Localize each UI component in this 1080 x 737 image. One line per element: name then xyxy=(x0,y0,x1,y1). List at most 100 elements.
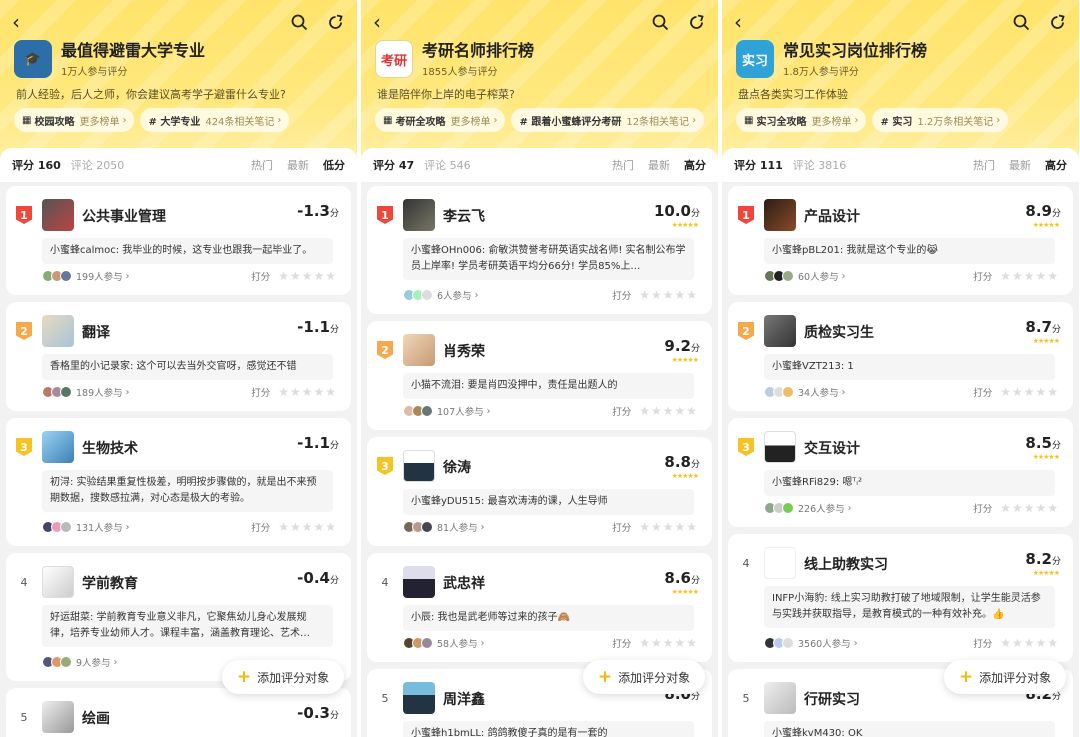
participants-link[interactable]: 58人参与 xyxy=(437,636,478,650)
item-comment[interactable]: 初浔: 实验结果重复性极差，明明按步骤做的，就是出不来预期数据，搜数感拉满，对心… xyxy=(42,470,333,512)
share-icon[interactable] xyxy=(684,10,708,34)
list-item[interactable]: 1 产品设计 8.9分 ★★★★★ 小蜜蜂pBL201: 我就是这个专业的😹 6… xyxy=(728,186,1073,295)
rate-stars[interactable]: ★★★★★ xyxy=(278,269,337,283)
top-bar: ‹ xyxy=(734,10,1069,34)
rank-badge: 3 xyxy=(738,438,754,456)
tab-score[interactable]: 评分 47 xyxy=(373,157,414,173)
participants-link[interactable]: 9人参与 xyxy=(76,655,111,669)
list-item[interactable]: 1 公共事业管理 -1.3分 小蜜蜂calmoc: 我毕业的时候，这专业也跟我一… xyxy=(6,186,351,295)
chip-row: ▦ 考研全攻略 更多榜单 › # 跟着小蜜蜂评分考研 12条相关笔记 › xyxy=(375,108,712,132)
item-comment[interactable]: 小蜜蜂RFi829: 嗯ᵀᵢ² xyxy=(764,470,1055,496)
chevron-right-icon: › xyxy=(850,637,858,649)
sort-latest[interactable]: 最新 xyxy=(648,157,670,173)
add-rating-target-button[interactable]: + 添加评分对象 xyxy=(222,660,344,694)
list-item[interactable]: 3 交互设计 8.5分 ★★★★★ 小蜜蜂RFi829: 嗯ᵀᵢ² 226人参与… xyxy=(728,418,1073,527)
rate-stars[interactable]: ★★★★★ xyxy=(278,385,337,399)
list-item[interactable]: 3 徐涛 8.8分 ★★★★★ 小蜜蜂yDU515: 最喜欢涛涛的课，人生导师 … xyxy=(367,437,712,546)
sort-selected[interactable]: 高分 xyxy=(1045,157,1067,173)
tab-comment[interactable]: 评论 546 xyxy=(424,157,471,173)
search-icon[interactable] xyxy=(648,10,672,34)
rate-label: 打分 xyxy=(251,388,271,399)
add-rating-target-button[interactable]: + 添加评分对象 xyxy=(944,660,1066,694)
back-icon[interactable]: ‹ xyxy=(373,10,393,34)
chip-topic[interactable]: # 大学专业 424条相关笔记 › xyxy=(140,108,290,132)
rate-stars[interactable]: ★★★★★ xyxy=(1000,636,1059,650)
rate-stars[interactable]: ★★★★★ xyxy=(639,288,698,302)
tab-comment[interactable]: 评论 2050 xyxy=(71,157,125,173)
sort-hot[interactable]: 热门 xyxy=(612,157,634,173)
add-rating-target-button[interactable]: + 添加评分对象 xyxy=(583,660,705,694)
item-comment[interactable]: 小蜜蜂pBL201: 我就是这个专业的😹 xyxy=(764,238,1055,264)
item-comment[interactable]: INFP小海豹: 线上实习助教打破了地域限制，让学生能灵活参与实践并获取指导，是… xyxy=(764,586,1055,628)
item-comment[interactable]: 小猫不流泪: 要是肖四没押中，责任是出题人的 xyxy=(403,373,694,399)
participants-link[interactable]: 226人参与 xyxy=(798,501,845,515)
item-score: 8.7分 xyxy=(1025,318,1061,336)
share-icon[interactable] xyxy=(323,10,347,34)
list-item[interactable]: 4 武忠祥 8.6分 ★★★★★ 小辰: 我也是武老师等过来的孩子🙈 58人参与… xyxy=(367,553,712,662)
rate-stars[interactable]: ★★★★★ xyxy=(639,636,698,650)
top-bar: ‹ xyxy=(373,10,708,34)
item-comment[interactable]: 小辰: 我也是武老师等过来的孩子🙈 xyxy=(403,605,694,631)
tab-score[interactable]: 评分 111 xyxy=(734,157,783,173)
item-comment[interactable]: 小蜜蜂VZT213: 1 xyxy=(764,354,1055,380)
rate-stars[interactable]: ★★★★★ xyxy=(639,520,698,534)
back-icon[interactable]: ‹ xyxy=(734,10,754,34)
item-comment[interactable]: 好运甜菜: 学前教育专业意义非凡，它聚焦幼儿身心发展规律，培养专业幼师人才。课程… xyxy=(42,605,333,647)
sort-selected[interactable]: 低分 xyxy=(323,157,345,173)
participants-link[interactable]: 131人参与 xyxy=(76,520,123,534)
list-item[interactable]: 2 翻译 -1.1分 香格里的小记录家: 这个可以去当外交官呀，感觉还不错 18… xyxy=(6,302,351,411)
list-item[interactable]: 5 绘画 -0.3分 xyxy=(6,688,351,737)
rate-label: 打分 xyxy=(612,523,632,534)
search-icon[interactable] xyxy=(1009,10,1033,34)
list-item[interactable]: 4 线上助教实习 8.2分 ★★★★★ INFP小海豹: 线上实习助教打破了地域… xyxy=(728,534,1073,662)
item-score: -1.3分 xyxy=(297,202,339,220)
participants-link[interactable]: 6人参与 xyxy=(437,288,472,302)
sort-hot[interactable]: 热门 xyxy=(251,157,273,173)
participants-link[interactable]: 3560人参与 xyxy=(798,636,851,650)
sort-selected[interactable]: 高分 xyxy=(684,157,706,173)
chip-more-lists[interactable]: ▦ 实习全攻略 更多榜单 › xyxy=(736,108,867,132)
list-item[interactable]: 2 肖秀荣 9.2分 ★★★★★ 小猫不流泪: 要是肖四没押中，责任是出题人的 … xyxy=(367,321,712,430)
sort-latest[interactable]: 最新 xyxy=(287,157,309,173)
rate-stars[interactable]: ★★★★★ xyxy=(1000,385,1059,399)
rank-number: 5 xyxy=(20,710,28,724)
back-icon[interactable]: ‹ xyxy=(12,10,32,34)
share-icon[interactable] xyxy=(1045,10,1069,34)
item-comment[interactable]: 小蜜蜂kvM430: OK xyxy=(764,721,1055,737)
item-comment[interactable]: 香格里的小记录家: 这个可以去当外交官呀，感觉还不错 xyxy=(42,354,333,380)
tab-score[interactable]: 评分 160 xyxy=(12,157,61,173)
chip-topic[interactable]: # 跟着小蜜蜂评分考研 12条相关笔记 › xyxy=(511,108,705,132)
tab-comment[interactable]: 评论 3816 xyxy=(793,157,847,173)
participants-link[interactable]: 34人参与 xyxy=(798,385,839,399)
sort-hot[interactable]: 热门 xyxy=(973,157,995,173)
rate-stars[interactable]: ★★★★★ xyxy=(639,404,698,418)
page-title: 考研名师排行榜 xyxy=(422,40,535,60)
item-comment[interactable]: 小蜜蜂yDU515: 最喜欢涛涛的课，人生导师 xyxy=(403,489,694,515)
chevron-right-icon: › xyxy=(122,270,130,282)
participants-link[interactable]: 81人参与 xyxy=(437,520,478,534)
chip-more-lists[interactable]: ▦ 考研全攻略 更多榜单 › xyxy=(375,108,506,132)
item-comment[interactable]: 小蜜蜂h1bmLL: 鸽鸽教傻子真的是有一套的 xyxy=(403,721,694,737)
rank-number: 4 xyxy=(742,556,750,570)
grid-icon: ▦ xyxy=(22,114,32,126)
participants-link[interactable]: 189人参与 xyxy=(76,385,123,399)
item-name: 学前教育 xyxy=(82,576,138,592)
item-footer: 3560人参与 › 打分 ★★★★★ xyxy=(764,635,1059,651)
item-comment[interactable]: 小蜜蜂calmoc: 我毕业的时候，这专业也跟我一起毕业了。 xyxy=(42,238,333,264)
list-item[interactable]: 3 生物技术 -1.1分 初浔: 实验结果重复性极差，明明按步骤做的，就是出不来… xyxy=(6,418,351,546)
chip-topic[interactable]: # 实习 1.2万条相关笔记 › xyxy=(872,108,1009,132)
participants-link[interactable]: 107人参与 xyxy=(437,404,484,418)
list-item[interactable]: 1 李云飞 10.0分 ★★★★★ 小蜜蜂OHn006: 俞敏洪赞誉考研英语实战… xyxy=(367,186,712,314)
item-comment[interactable]: 小蜜蜂OHn006: 俞敏洪赞誉考研英语实战名师! 实名制公布学员上岸率! 学员… xyxy=(403,238,694,280)
rate-stars[interactable]: ★★★★★ xyxy=(278,520,337,534)
chip-more-lists[interactable]: ▦ 校园攻略 更多榜单 › xyxy=(14,108,135,132)
search-icon[interactable] xyxy=(287,10,311,34)
participants-link[interactable]: 199人参与 xyxy=(76,269,123,283)
rate-stars[interactable]: ★★★★★ xyxy=(1000,501,1059,515)
item-footer: 34人参与 › 打分 ★★★★★ xyxy=(764,384,1059,400)
rate-label: 打分 xyxy=(612,639,632,650)
participants-link[interactable]: 60人参与 xyxy=(798,269,839,283)
rate-stars[interactable]: ★★★★★ xyxy=(1000,269,1059,283)
sort-latest[interactable]: 最新 xyxy=(1009,157,1031,173)
list-item[interactable]: 2 质检实习生 8.7分 ★★★★★ 小蜜蜂VZT213: 1 34人参与 › … xyxy=(728,302,1073,411)
